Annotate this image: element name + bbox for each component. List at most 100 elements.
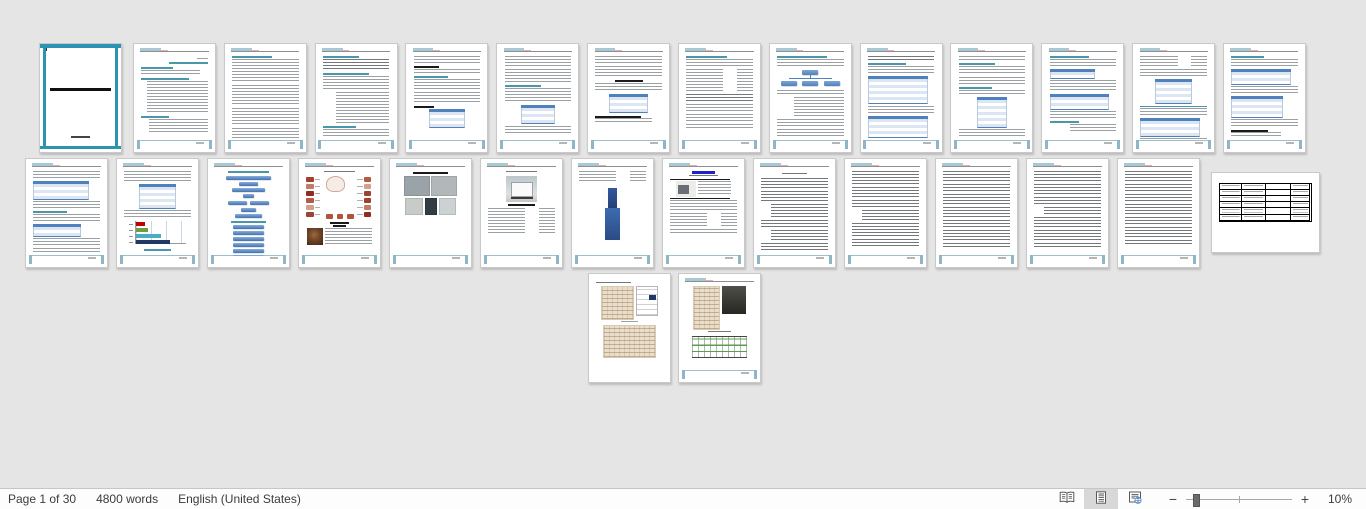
text-lines xyxy=(852,187,919,199)
table-thumb xyxy=(977,97,1007,128)
page-thumbnail-27[interactable] xyxy=(1117,158,1200,268)
footer-right-bar xyxy=(101,254,105,264)
heading-bar xyxy=(141,78,190,80)
machine2-thumbnail xyxy=(675,181,696,197)
table-thumb xyxy=(1049,94,1110,110)
footer-left-bar xyxy=(227,139,231,149)
page-thumbnail-28[interactable] xyxy=(1211,172,1320,253)
chart-bar-label xyxy=(128,230,133,231)
page-footer xyxy=(227,139,303,149)
zoom-level[interactable]: 10% xyxy=(1322,492,1352,506)
page-thumbnail-4[interactable] xyxy=(314,43,398,153)
zoom-in-button[interactable]: + xyxy=(1300,491,1310,507)
table-thumb xyxy=(867,76,928,104)
page-thumbnail-14[interactable] xyxy=(1222,43,1306,153)
header-rule xyxy=(1124,165,1193,167)
page-footer xyxy=(210,254,287,264)
page-content xyxy=(1231,56,1298,141)
footer-left-bar xyxy=(772,139,776,149)
heading-bar xyxy=(227,171,270,173)
page-thumbnail-21[interactable] xyxy=(571,158,654,268)
page-thumbnail-6[interactable] xyxy=(496,43,580,153)
text-lines xyxy=(777,59,844,68)
photo-thumbnail xyxy=(439,198,456,215)
page-thumbnail-2[interactable] xyxy=(133,43,216,153)
chart-bar xyxy=(135,240,170,244)
page-footer xyxy=(681,139,758,149)
page-footer xyxy=(772,139,848,149)
footer-right-bar xyxy=(192,254,196,264)
page-thumbnail-17[interactable] xyxy=(207,158,290,268)
word-count[interactable]: 4800 words xyxy=(96,492,158,506)
page-thumbnail-10[interactable] xyxy=(859,43,943,153)
footer-left-bar xyxy=(500,139,504,149)
footer-right-bar xyxy=(829,254,833,264)
web-layout-button[interactable] xyxy=(1118,489,1152,509)
header-rule xyxy=(503,50,572,52)
page-thumbnail-23[interactable] xyxy=(753,158,836,268)
page-thumbnail-8[interactable] xyxy=(677,43,761,153)
footer-right-bar xyxy=(935,139,939,149)
print-layout-button[interactable] xyxy=(1084,489,1118,509)
page-thumbnail-19[interactable] xyxy=(389,158,472,268)
text-lines xyxy=(1140,138,1207,141)
page-footer xyxy=(136,139,213,149)
text-lines xyxy=(781,173,808,176)
page-thumbnail-22[interactable] xyxy=(662,158,745,268)
page-thumbnail-18[interactable] xyxy=(298,158,381,268)
page-thumbnail-1[interactable] xyxy=(39,43,122,153)
footer-left-bar xyxy=(483,254,487,264)
text-lines xyxy=(1034,243,1101,249)
page-thumbnail-9[interactable] xyxy=(768,43,852,153)
language-indicator[interactable]: English (United States) xyxy=(178,492,301,506)
footer-right-bar xyxy=(1011,254,1015,264)
footer-left-bar xyxy=(318,139,322,149)
text-lines xyxy=(1125,217,1192,226)
page-thumbnail-5[interactable] xyxy=(405,43,489,153)
chart-bar xyxy=(135,234,161,238)
text-lines xyxy=(1231,86,1298,95)
page-header xyxy=(867,48,936,53)
page-thumbnail-30[interactable] xyxy=(678,273,761,383)
page-thumbnail-29[interactable] xyxy=(588,273,671,383)
page-thumbnail-7[interactable] xyxy=(587,43,671,153)
read-mode-button[interactable] xyxy=(1050,489,1084,509)
page-thumbnail-24[interactable] xyxy=(844,158,927,268)
text-lines xyxy=(943,207,1010,219)
zoom-slider[interactable] xyxy=(1186,493,1292,507)
page-thumbnail-13[interactable] xyxy=(1132,43,1216,153)
page-header xyxy=(214,163,283,168)
page-content xyxy=(413,56,481,141)
page-thumbnail-11[interactable] xyxy=(950,43,1034,153)
photo-thumbnail xyxy=(404,176,430,196)
document-canvas[interactable] xyxy=(0,0,1366,488)
flow-pair xyxy=(215,200,281,206)
page-thumbnail-3[interactable] xyxy=(223,43,307,153)
page-thumbnail-12[interactable] xyxy=(1041,43,1125,153)
text-lines xyxy=(595,83,662,92)
page-header xyxy=(957,48,1026,53)
page-thumbnail-15[interactable] xyxy=(25,158,108,268)
text-lines xyxy=(958,66,1026,75)
bullet-lines xyxy=(149,119,208,134)
page-thumbnail-16[interactable] xyxy=(116,158,199,268)
zoom-slider-thumb[interactable] xyxy=(1193,494,1201,507)
header-rule xyxy=(760,165,829,167)
page-content xyxy=(595,56,662,141)
page-content xyxy=(141,56,208,141)
text-lines xyxy=(688,175,719,178)
page-indicator[interactable]: Page 1 of 30 xyxy=(8,492,76,506)
header-rule xyxy=(957,50,1026,52)
text-lines xyxy=(232,85,299,106)
text-lines xyxy=(322,59,390,71)
view-shortcuts xyxy=(1050,489,1152,509)
page-thumbnail-25[interactable] xyxy=(935,158,1018,268)
org-child-box xyxy=(781,81,797,86)
header-rule xyxy=(231,50,300,52)
text-lines xyxy=(686,59,753,68)
zoom-out-button[interactable]: − xyxy=(1168,491,1178,507)
page-thumbnail-26[interactable] xyxy=(1026,158,1109,268)
page-thumbnail-20[interactable] xyxy=(480,158,563,268)
text-lines xyxy=(670,200,737,212)
text-lines xyxy=(761,243,828,252)
